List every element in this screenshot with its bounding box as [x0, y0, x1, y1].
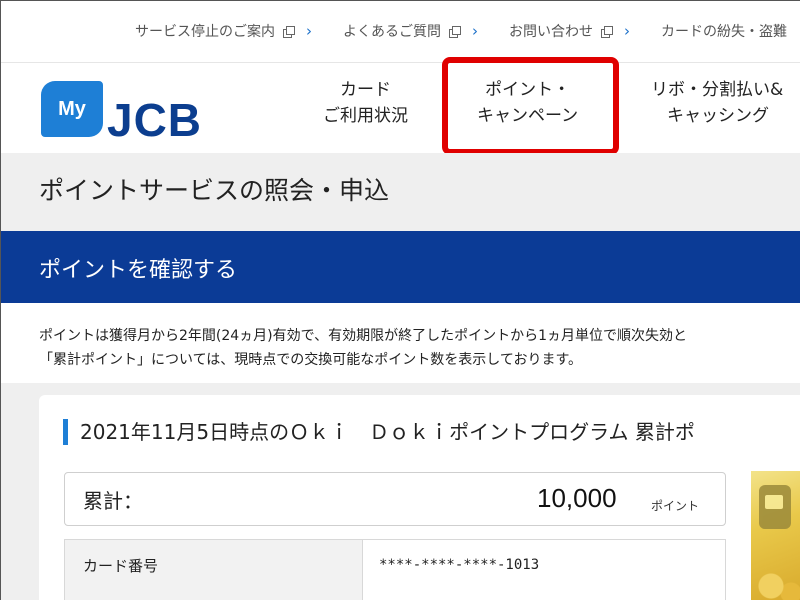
chevron-right-icon: ›	[306, 22, 312, 40]
page-title: ポイントサービスの照会・申込	[39, 176, 390, 205]
chevron-right-icon: ›	[624, 22, 630, 40]
lost-card-label: カードの紛失・盗難	[661, 24, 787, 40]
myjcb-logo[interactable]: My JCB	[41, 81, 231, 146]
lost-card-link[interactable]: カードの紛失・盗難	[661, 21, 787, 41]
total-points-unit: ポイント	[651, 499, 700, 513]
robot-illustration-icon	[759, 485, 791, 529]
nav-revolving-line1: リボ・分割払い&	[651, 80, 784, 100]
service-stop-label: サービス停止のご案内	[135, 24, 275, 40]
highlight-annotation	[442, 57, 619, 155]
external-window-icon	[601, 25, 613, 38]
utility-bar: サービス停止のご案内 › よくあるご質問 › お問い合わせ › カードの紛失・盗…	[1, 1, 800, 63]
contact-label: お問い合わせ	[509, 24, 593, 40]
panel-title: 2021年11月5日時点のＯｋｉ Ｄｏｋｉポイントプログラム 累計ポ	[63, 419, 695, 445]
nav-revolving-cashing[interactable]: リボ・分割払い& キャッシング	[651, 77, 783, 129]
notice-line-2: 「累計ポイント」については、現時点での交換可能なポイント数を表示しております。	[39, 352, 583, 368]
card-number-value: ****-****-****-1013	[379, 557, 540, 573]
external-window-icon	[449, 25, 461, 38]
campaign-banner-image[interactable]	[751, 471, 800, 600]
logo-my-badge: My	[41, 81, 103, 137]
coins-illustration-icon	[751, 571, 800, 600]
external-window-icon	[283, 25, 295, 38]
logo-jcb-text: JCB	[107, 94, 203, 146]
nav-revolving-line2: キャッシング	[667, 106, 769, 126]
site-header: My JCB カード ご利用状況 ポイント・ キャンペーン リボ・分割払い& キ…	[1, 63, 800, 153]
contact-link[interactable]: お問い合わせ ›	[509, 21, 630, 41]
nav-card-usage-line2: ご利用状況	[323, 106, 408, 126]
total-label: 累計：	[83, 489, 143, 513]
nav-card-usage[interactable]: カード ご利用状況	[323, 77, 408, 129]
total-points-value: 10,000	[537, 483, 617, 513]
chevron-right-icon: ›	[472, 22, 478, 40]
faq-label: よくあるご質問	[343, 24, 441, 40]
card-number-label: カード番号	[83, 557, 159, 575]
total-points-box	[64, 472, 726, 526]
faq-link[interactable]: よくあるご質問 ›	[343, 21, 478, 41]
section-title: ポイントを確認する	[39, 258, 238, 283]
service-stop-link[interactable]: サービス停止のご案内 ›	[135, 21, 312, 41]
notice-line-1: ポイントは獲得月から2年間(24ヵ月)有効で、有効期限が終了したポイントから1ヵ…	[39, 328, 687, 344]
nav-card-usage-line1: カード	[340, 80, 391, 100]
